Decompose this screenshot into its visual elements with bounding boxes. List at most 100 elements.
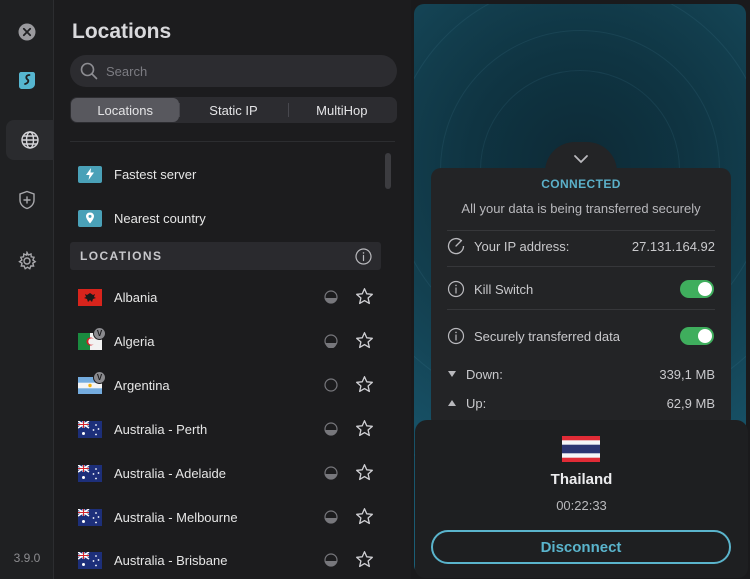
- close-icon: [18, 23, 36, 41]
- list-item[interactable]: Australia - Perth: [77, 417, 378, 441]
- fastest-server-item[interactable]: Fastest server: [78, 162, 196, 186]
- favorite-star-icon[interactable]: [355, 287, 374, 306]
- connection-panel: Thailand 00:22:33 Disconnect: [415, 420, 748, 578]
- flag-thailand-icon: [562, 436, 600, 462]
- secure-data-label: Securely transferred data: [474, 328, 620, 344]
- server-load-icon: [324, 553, 338, 567]
- server-load-icon: [324, 334, 338, 348]
- info-icon[interactable]: [355, 248, 372, 265]
- down-label: Down:: [466, 366, 503, 382]
- ip-address-row: Your IP address: 27.131.164.92: [447, 236, 715, 256]
- divider: [447, 266, 715, 267]
- flag-albania-icon: [78, 288, 102, 306]
- flag-australia-icon: [77, 550, 102, 569]
- fastest-server-label: Fastest server: [114, 166, 197, 182]
- tab-static-ip[interactable]: Static IP: [179, 98, 287, 122]
- list-item[interactable]: Australia - Adelaide: [77, 461, 378, 485]
- flag-algeria-icon: V: [78, 326, 106, 350]
- locations-section-header: LOCATIONS: [70, 242, 381, 270]
- disconnect-button[interactable]: Disconnect: [431, 530, 731, 564]
- divider: [447, 230, 715, 231]
- chevron-down-icon: [574, 155, 588, 164]
- location-label: Australia - Perth: [114, 421, 208, 437]
- server-load-icon: [324, 466, 338, 480]
- secure-data-toggle[interactable]: [680, 327, 714, 345]
- upload-row: Up: 62,9 MB: [447, 393, 715, 413]
- surfshark-logo-icon: [19, 72, 35, 89]
- info-icon[interactable]: [447, 327, 465, 345]
- divider: [70, 141, 395, 142]
- search-input[interactable]: [106, 63, 366, 79]
- locations-panel: Locations Locations Static IP MultiHop F…: [54, 0, 411, 579]
- status-message: All your data is being transferred secur…: [461, 201, 701, 216]
- favorite-star-icon[interactable]: [355, 507, 374, 526]
- flag-australia-icon: [77, 507, 102, 526]
- close-button[interactable]: [7, 12, 47, 52]
- server-load-icon: [324, 510, 338, 524]
- location-label: Australia - Brisbane: [114, 552, 228, 568]
- ip-value: 27.131.164.92: [631, 238, 715, 254]
- favorite-star-icon[interactable]: [355, 463, 374, 482]
- pin-icon: [78, 209, 102, 227]
- list-item[interactable]: V Argentina: [78, 370, 378, 397]
- tab-bar: Locations Static IP MultiHop: [70, 97, 397, 123]
- kill-switch-label: Kill Switch: [474, 281, 534, 297]
- scrollbar[interactable]: [385, 153, 391, 189]
- search-icon: [80, 62, 98, 80]
- tab-multihop[interactable]: MultiHop: [287, 98, 396, 122]
- tab-locations[interactable]: Locations: [71, 98, 180, 122]
- sidebar-rail: 3.9.0: [0, 0, 54, 579]
- list-item[interactable]: V Algeria: [78, 326, 378, 353]
- home-button[interactable]: [7, 60, 47, 100]
- sidebar-item-settings[interactable]: [7, 241, 47, 281]
- status-badge: CONNECTED: [541, 177, 621, 191]
- ip-gauge-icon: [447, 237, 465, 255]
- up-value: 62,9 MB: [666, 395, 715, 411]
- secure-data-row: Securely transferred data: [447, 326, 715, 346]
- up-arrow-icon: [448, 400, 456, 406]
- search-bar[interactable]: [70, 55, 397, 87]
- down-value: 339,1 MB: [659, 366, 715, 382]
- location-label: Australia - Melbourne: [114, 509, 238, 525]
- kill-switch-row: Kill Switch: [447, 279, 715, 299]
- sidebar-item-protection[interactable]: [7, 180, 47, 220]
- favorite-star-icon[interactable]: [355, 331, 374, 350]
- location-label: Australia - Adelaide: [114, 465, 227, 481]
- location-label: Argentina: [114, 377, 170, 393]
- nearest-country-label: Nearest country: [114, 210, 206, 226]
- virtual-badge: V: [93, 326, 106, 340]
- location-label: Albania: [114, 289, 158, 305]
- server-load-icon: [324, 422, 338, 436]
- location-label: Algeria: [114, 333, 155, 349]
- server-load-icon: [324, 290, 338, 304]
- server-load-icon: [324, 378, 338, 392]
- gear-icon: [18, 251, 37, 270]
- flag-australia-icon: [77, 463, 102, 482]
- list-item[interactable]: Australia - Melbourne: [77, 505, 378, 529]
- divider: [447, 309, 715, 310]
- virtual-badge: V: [93, 370, 106, 384]
- kill-switch-toggle[interactable]: [680, 280, 714, 298]
- up-label: Up:: [466, 395, 487, 411]
- favorite-star-icon[interactable]: [355, 375, 374, 394]
- info-icon[interactable]: [447, 280, 465, 298]
- globe-icon: [21, 131, 39, 149]
- favorite-star-icon[interactable]: [355, 550, 374, 569]
- section-title: LOCATIONS: [80, 249, 163, 263]
- app-version: 3.9.0: [13, 551, 41, 565]
- list-item[interactable]: Albania: [78, 285, 378, 309]
- connected-country: Thailand: [550, 471, 613, 488]
- list-item[interactable]: Australia - Brisbane: [77, 548, 378, 572]
- bolt-icon: [78, 165, 102, 183]
- favorite-star-icon[interactable]: [355, 419, 374, 438]
- down-arrow-icon: [448, 371, 456, 377]
- ip-label: Your IP address:: [474, 238, 570, 254]
- download-row: Down: 339,1 MB: [447, 364, 715, 384]
- shield-plus-icon: [19, 190, 35, 210]
- nearest-country-item[interactable]: Nearest country: [78, 206, 206, 230]
- page-title: Locations: [72, 20, 172, 43]
- flag-argentina-icon: V: [78, 370, 106, 394]
- flag-australia-icon: [77, 419, 102, 438]
- sidebar-item-locations[interactable]: [6, 120, 54, 160]
- connection-timer: 00:22:33: [556, 498, 607, 513]
